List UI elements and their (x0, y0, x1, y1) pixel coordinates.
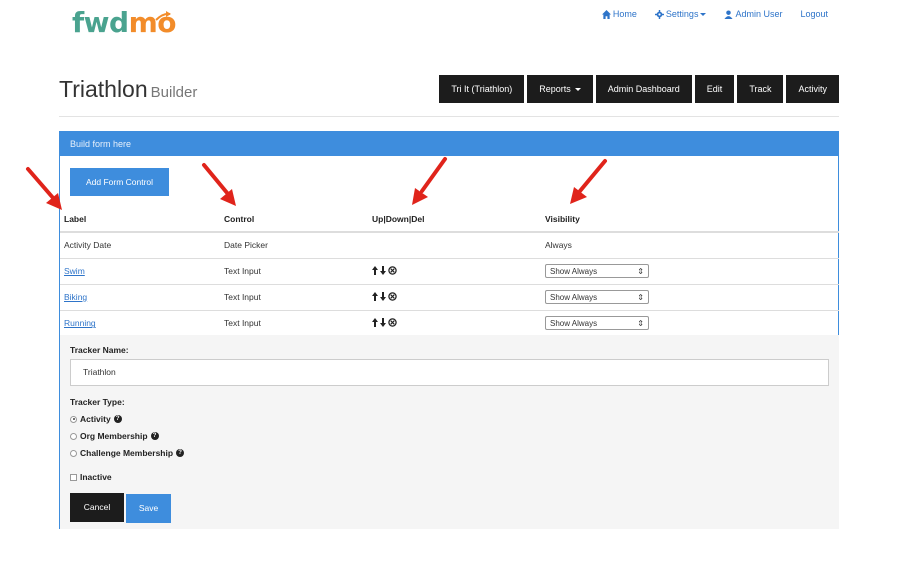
arrow-down-icon[interactable] (380, 265, 386, 275)
help-icon[interactable]: ? (113, 415, 122, 423)
page-subtitle: Builder (150, 84, 198, 101)
visibility-select[interactable]: Show Always ⇕ (545, 290, 649, 304)
form-controls-table: Label Control Up|Down|Del Visibility Act… (60, 207, 839, 336)
radio-org-membership[interactable]: Org Membership ? (70, 431, 159, 441)
track-button[interactable]: Track (737, 75, 784, 103)
arrow-down-icon[interactable] (380, 317, 386, 327)
delete-circle-icon[interactable] (388, 265, 397, 275)
title-divider (59, 116, 839, 117)
save-button[interactable]: Save (126, 494, 171, 523)
arrow-up-icon[interactable] (372, 265, 378, 275)
delete-circle-icon[interactable] (388, 291, 397, 301)
nav-settings[interactable]: Settings (654, 9, 707, 19)
edit-button[interactable]: Edit (694, 75, 735, 103)
help-icon[interactable]: ? (150, 432, 159, 440)
delete-circle-icon[interactable] (388, 318, 397, 327)
table-row: Swim Text Input Show Always ⇕ (60, 257, 839, 284)
logo-arrow-icon (155, 11, 171, 21)
admin-dashboard-button[interactable]: Admin Dashboard (595, 75, 692, 103)
arrow-down-icon[interactable] (380, 291, 386, 301)
form-builder-panel: Build form here Add Form Control Label C… (59, 131, 839, 529)
header-updown: Up|Down|Del (368, 207, 541, 233)
radio-activity[interactable]: Activity ? (70, 414, 122, 424)
row-label-link[interactable]: Running (64, 318, 96, 328)
row-control: Date Picker (220, 231, 368, 258)
arrow-up-icon[interactable] (372, 317, 378, 327)
tracker-settings-section: Tracker Name: Triathlon Tracker Type: Ac… (60, 335, 839, 529)
gear-icon (654, 9, 664, 19)
table-row: Running Text Input Show Always ⇕ (60, 309, 839, 336)
page-title: Triathlon Builder (59, 76, 198, 102)
select-arrows-icon: ⇕ (637, 318, 644, 328)
row-label-link[interactable]: Biking (64, 292, 87, 302)
visibility-select[interactable]: Show Always ⇕ (545, 264, 649, 278)
radio-button-selected[interactable] (70, 415, 77, 423)
row-actions (368, 257, 541, 284)
select-arrows-icon: ⇕ (637, 266, 644, 276)
radio-challenge-membership[interactable]: Challenge Membership ? (70, 448, 185, 458)
panel-heading: Build form here (60, 132, 838, 156)
chevron-down-icon (700, 12, 707, 16)
inactive-checkbox[interactable] (70, 473, 77, 481)
radio-button[interactable] (70, 449, 77, 457)
tracker-name-input[interactable]: Triathlon (70, 359, 829, 386)
activity-button[interactable]: Activity (786, 75, 839, 103)
tri-it-button[interactable]: Tri It (Triathlon) (439, 75, 525, 103)
reports-dropdown-button[interactable]: Reports (527, 75, 593, 103)
table-row: Biking Text Input Show Always ⇕ (60, 283, 839, 310)
nav-user[interactable]: Admin User (724, 9, 782, 19)
top-navigation: Home Settings Admin User Logout (601, 9, 828, 19)
row-actions (368, 309, 541, 336)
arrow-up-icon[interactable] (372, 291, 378, 301)
inactive-checkbox-row[interactable]: Inactive (70, 472, 112, 482)
row-label: Activity Date (60, 231, 220, 258)
header-visibility: Visibility (541, 207, 839, 233)
row-control: Text Input (220, 309, 368, 336)
cancel-button[interactable]: Cancel (70, 493, 124, 522)
tracker-type-label: Tracker Type: (70, 397, 125, 407)
table-row: Activity Date Date Picker Always (60, 231, 839, 258)
header-label: Label (60, 207, 220, 233)
action-button-bar: Tri It (Triathlon) Reports Admin Dashboa… (439, 75, 839, 103)
user-icon (724, 9, 734, 19)
row-actions (368, 231, 541, 258)
help-icon[interactable]: ? (176, 449, 185, 457)
nav-home[interactable]: Home (601, 9, 637, 19)
select-arrows-icon: ⇕ (637, 292, 644, 302)
row-control: Text Input (220, 257, 368, 284)
table-header-row: Label Control Up|Down|Del Visibility (60, 207, 839, 233)
caret-down-icon (574, 87, 581, 91)
header-control: Control (220, 207, 368, 233)
nav-logout[interactable]: Logout (800, 9, 828, 19)
row-visibility: Always (541, 231, 839, 258)
row-label-link[interactable]: Swim (64, 266, 85, 276)
add-form-control-button[interactable]: Add Form Control (70, 168, 169, 196)
row-control: Text Input (220, 283, 368, 310)
visibility-select[interactable]: Show Always ⇕ (545, 316, 649, 331)
radio-button[interactable] (70, 432, 77, 440)
annotation-arrow-icon (26, 167, 62, 210)
row-actions (368, 283, 541, 310)
tracker-name-label: Tracker Name: (70, 345, 129, 355)
home-icon (601, 9, 611, 19)
